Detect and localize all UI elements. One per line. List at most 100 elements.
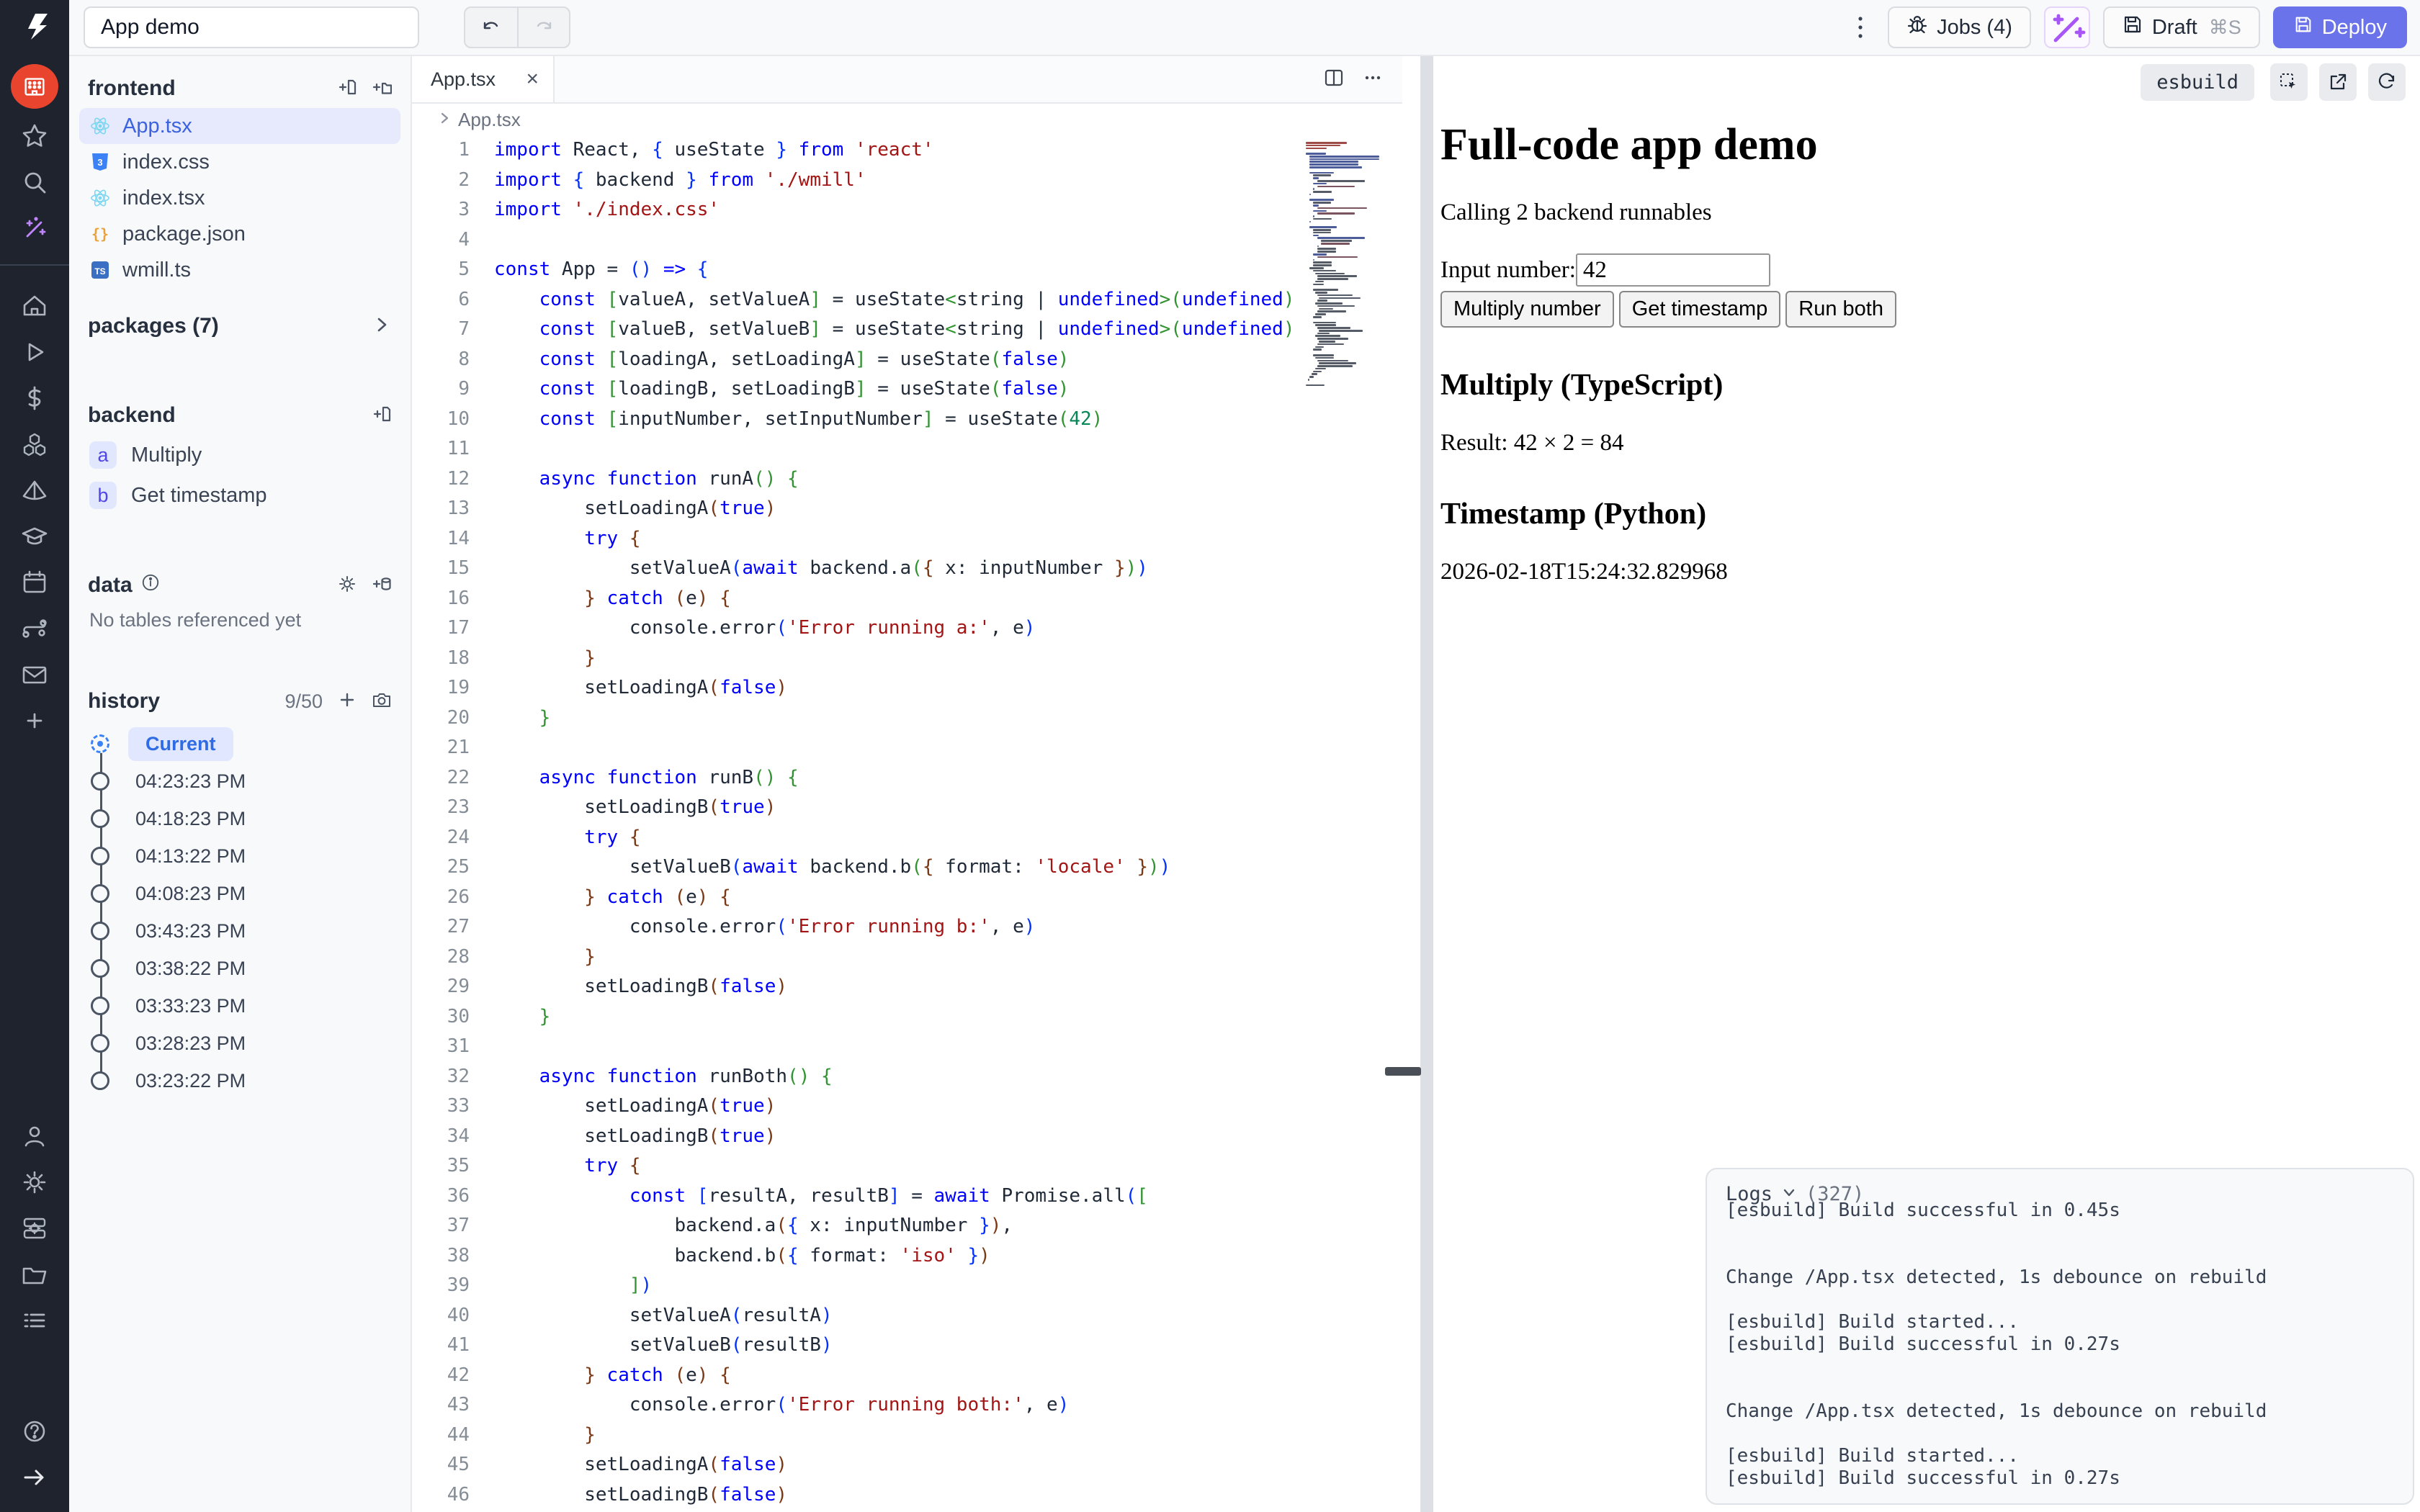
mail-icon[interactable]	[0, 652, 69, 698]
code-line-46: 46 setLoadingB(false)	[412, 1480, 1402, 1511]
run-both-button[interactable]: Run both	[1785, 291, 1896, 328]
result-section-heading: Timestamp (Python)	[1440, 497, 2420, 531]
variables-icon[interactable]	[0, 375, 69, 421]
code-line-28: 28 }	[412, 942, 1402, 973]
ai-assistant-button[interactable]	[2044, 6, 2090, 48]
folders-icon[interactable]	[0, 1251, 69, 1297]
code-line-25: 25 setValueB(await backend.b({ format: '…	[412, 852, 1402, 883]
runnable-item-get-timestamp[interactable]: bGet timestamp	[79, 475, 400, 516]
favorites-star-icon[interactable]	[0, 113, 69, 159]
tab-app-tsx[interactable]: App.tsx ×	[412, 56, 555, 102]
inspect-element-button[interactable]	[2270, 63, 2308, 101]
snapshot-time: 04:08:23 PM	[135, 883, 246, 905]
code-line-19: 19 setLoadingA(false)	[412, 673, 1402, 703]
code-line-21: 21	[412, 733, 1402, 763]
code-area[interactable]: 1import React, { useState } from 'react'…	[412, 135, 1402, 1510]
flows-icon[interactable]	[0, 606, 69, 652]
ts-file-icon: TS	[89, 259, 111, 281]
history-snapshot-row[interactable]: 03:43:23 PM	[69, 912, 411, 950]
add-snapshot-button[interactable]	[337, 690, 357, 714]
packages-expand-chevron-icon[interactable]	[372, 315, 392, 338]
deploy-save-icon	[2293, 14, 2313, 40]
panel-splitter	[1402, 56, 1433, 1512]
file-item-package-json[interactable]: {}package.json	[79, 216, 400, 252]
multiply-number-button[interactable]: Multiply number	[1440, 291, 1614, 328]
home-icon[interactable]	[0, 283, 69, 329]
redo-button[interactable]	[517, 8, 569, 47]
jobs-button[interactable]: Jobs (4)	[1888, 6, 2031, 48]
runnable-badge: b	[89, 482, 117, 509]
code-line-27: 27 console.error('Error running b:', e)	[412, 912, 1402, 942]
history-snapshot-row[interactable]: 03:38:22 PM	[69, 950, 411, 987]
refresh-preview-button[interactable]	[2368, 63, 2406, 101]
file-item-index-css[interactable]: 3index.css	[79, 144, 400, 180]
draft-button[interactable]: Draft ⌘S	[2103, 6, 2260, 48]
minimap[interactable]	[1303, 140, 1402, 428]
windmill-logo-icon[interactable]	[19, 10, 50, 45]
settings-gear-icon[interactable]	[0, 1159, 69, 1205]
add-folder-button[interactable]	[372, 77, 392, 101]
audit-logs-icon[interactable]	[0, 1297, 69, 1344]
logs-collapse-chevron-icon[interactable]	[1781, 1183, 1797, 1205]
runs-icon[interactable]	[0, 329, 69, 375]
data-settings-gear-icon[interactable]	[337, 574, 357, 598]
code-line-39: 39 ])	[412, 1271, 1402, 1301]
breadcrumb[interactable]: App.tsx	[412, 104, 1402, 135]
history-snapshot-row[interactable]: 04:08:23 PM	[69, 875, 411, 912]
add-nav-icon[interactable]	[0, 698, 69, 744]
expand-rail-icon[interactable]	[0, 1454, 69, 1500]
open-external-button[interactable]	[2319, 63, 2357, 101]
add-table-button[interactable]	[372, 574, 392, 598]
runnable-item-multiply[interactable]: aMultiply	[79, 435, 400, 475]
file-item-app-tsx[interactable]: App.tsx	[79, 108, 400, 144]
workers-icon[interactable]	[0, 1205, 69, 1251]
user-icon[interactable]	[0, 1113, 69, 1159]
help-icon[interactable]	[0, 1408, 69, 1454]
logs-panel[interactable]: Logs (327) [esbuild] Build successful in…	[1706, 1168, 2414, 1505]
history-current-row[interactable]: Current	[69, 725, 411, 762]
add-file-button[interactable]	[337, 77, 357, 101]
history-snapshot-row[interactable]: 03:23:22 PM	[69, 1062, 411, 1099]
more-options-kebab-icon[interactable]	[1846, 13, 1875, 42]
add-runnable-button[interactable]	[372, 404, 392, 428]
history-count: 9/50	[284, 690, 323, 713]
log-line	[1726, 1289, 2394, 1311]
splitter-drag-handle[interactable]	[1385, 1067, 1421, 1076]
breadcrumb-chevron-icon	[436, 109, 452, 131]
schedules-icon[interactable]	[0, 559, 69, 606]
snapshot-camera-icon[interactable]	[372, 690, 392, 714]
split-editor-icon[interactable]	[1323, 67, 1345, 92]
editor-more-icon[interactable]	[1362, 67, 1384, 92]
file-name: index.tsx	[122, 186, 205, 210]
preview-buttons-row: Multiply numberGet timestampRun both	[1440, 291, 2420, 328]
input-number-field[interactable]	[1576, 253, 1770, 287]
file-item-index-tsx[interactable]: index.tsx	[79, 180, 400, 216]
history-snapshot-row[interactable]: 04:13:22 PM	[69, 837, 411, 875]
code-line-29: 29 setLoadingB(false)	[412, 972, 1402, 1002]
history-snapshot-row[interactable]: 04:18:23 PM	[69, 800, 411, 837]
history-snapshot-row[interactable]: 03:28:23 PM	[69, 1025, 411, 1062]
runnable-list: aMultiplybGet timestamp	[69, 435, 411, 516]
app-name-input[interactable]	[84, 6, 419, 48]
code-line-2: 2import { backend } from './wmill'	[412, 166, 1402, 196]
log-line	[1726, 1423, 2394, 1445]
ai-wand-icon[interactable]	[0, 205, 69, 251]
file-item-wmill-ts[interactable]: TSwmill.ts	[79, 252, 400, 288]
history-snapshot-row[interactable]: 03:33:23 PM	[69, 987, 411, 1025]
search-icon[interactable]	[0, 159, 69, 205]
assets-icon[interactable]	[0, 467, 69, 513]
history-snapshot-row[interactable]: 04:23:23 PM	[69, 762, 411, 800]
data-info-icon[interactable]	[141, 573, 160, 598]
learn-icon[interactable]	[0, 513, 69, 559]
build-tool-badge: esbuild	[2141, 64, 2254, 101]
app-editor-active-icon[interactable]	[11, 64, 58, 109]
close-tab-icon[interactable]: ×	[526, 67, 539, 91]
css-file-icon: 3	[89, 151, 111, 173]
deploy-button[interactable]: Deploy	[2273, 6, 2407, 48]
code-line-33: 33 setLoadingA(true)	[412, 1092, 1402, 1122]
undo-button[interactable]	[465, 8, 517, 47]
resources-icon[interactable]	[0, 421, 69, 467]
get-timestamp-button[interactable]: Get timestamp	[1619, 291, 1781, 328]
code-line-45: 45 setLoadingA(false)	[412, 1450, 1402, 1480]
code-line-11: 11	[412, 434, 1402, 464]
